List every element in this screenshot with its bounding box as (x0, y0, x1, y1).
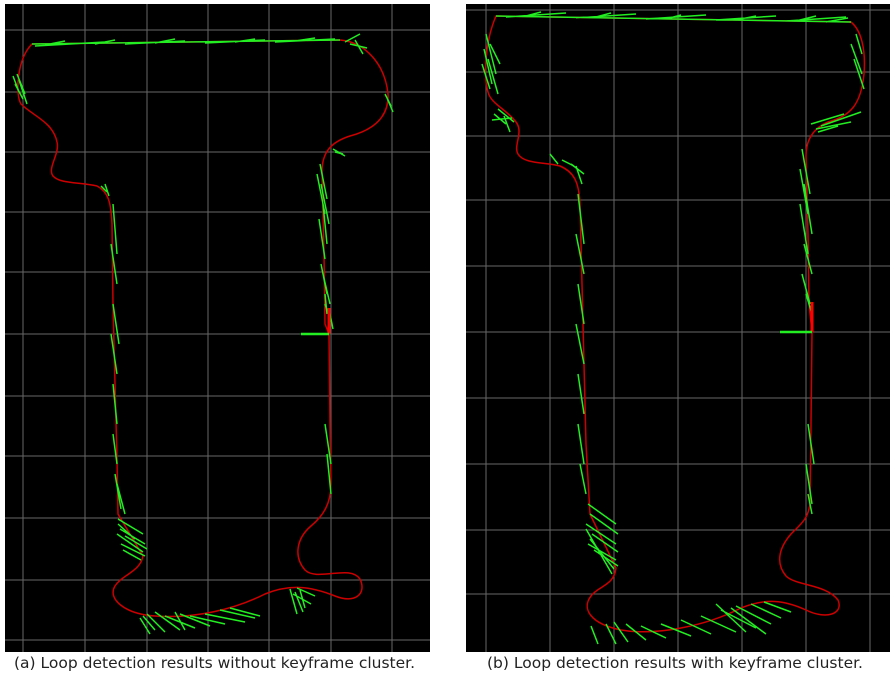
caption-a: (a) Loop detection results without keyfr… (14, 654, 416, 672)
grid (466, 4, 890, 652)
loop-closure-lines (481, 11, 865, 645)
panel-a-loop-detection-without-cluster (5, 4, 430, 652)
panel-b-plot (466, 4, 890, 652)
trajectory-path (484, 15, 866, 633)
panel-b-loop-detection-with-cluster (466, 4, 890, 652)
current-pose-marker (780, 302, 814, 334)
grid (5, 4, 430, 652)
panel-a-plot (5, 4, 430, 652)
caption-b: (b) Loop detection results with keyframe… (487, 654, 863, 672)
